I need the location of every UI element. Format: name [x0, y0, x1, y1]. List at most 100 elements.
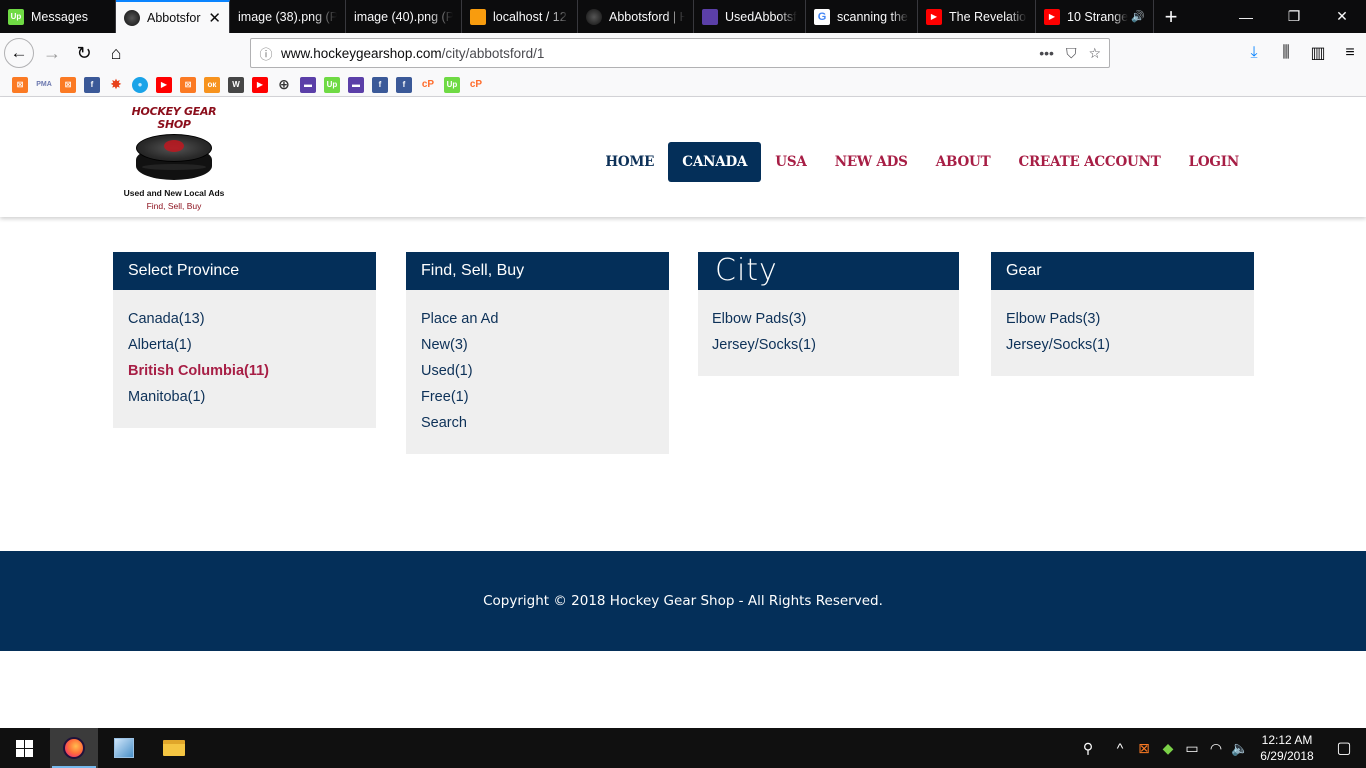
tab-6[interactable]: UsedAbbotsfo — [694, 0, 806, 33]
page-actions-icon[interactable]: ••• — [1039, 45, 1054, 62]
youtube-icon: ▶ — [1044, 8, 1060, 25]
tab-7[interactable]: Gscanning the p — [806, 0, 918, 33]
close-window-button[interactable]: ✕ — [1318, 0, 1366, 33]
tab-title: localhost / 12 — [493, 9, 567, 24]
link-canada-13[interactable]: Canada(13) — [128, 310, 361, 336]
link-search[interactable]: Search — [421, 414, 654, 440]
taskbar-file-explorer[interactable] — [150, 728, 198, 768]
nav-canada[interactable]: CANADA — [668, 142, 762, 182]
site-logo[interactable]: HOCKEY GEAR SHOP Used and New Local Ads … — [118, 105, 230, 211]
start-button[interactable] — [0, 728, 48, 768]
new-tab-button[interactable]: + — [1154, 0, 1188, 33]
url-bar[interactable]: ⓘ www.hockeygearshop.com/city/abbotsford… — [250, 38, 1110, 68]
xampp-tray-icon[interactable]: ⊠ — [1132, 740, 1156, 757]
bookmark-star-icon[interactable]: ☆ — [1088, 45, 1101, 62]
cpanel-icon[interactable]: cP — [420, 77, 436, 93]
taskbar-firefox[interactable] — [50, 728, 98, 768]
volume-icon[interactable]: 🔈 — [1228, 740, 1252, 757]
panel-city: City Elbow Pads(3) Jersey/Socks(1) — [698, 252, 959, 376]
phpmyadmin-icon — [470, 8, 486, 25]
link-jersey-socks-1[interactable]: Jersey/Socks(1) — [1006, 336, 1239, 362]
youtube-icon[interactable]: ▶ — [252, 76, 268, 93]
link-used-1[interactable]: Used(1) — [421, 362, 654, 388]
link-alberta-1[interactable]: Alberta(1) — [128, 336, 361, 362]
forward-button[interactable]: → — [36, 37, 68, 69]
category-panels: Select Province Canada(13) Alberta(1) Briti… — [113, 252, 1254, 482]
nav-about[interactable]: ABOUT — [922, 142, 1005, 182]
copyright-text: Copyright © 2018 Hockey Gear Shop - All … — [483, 593, 883, 609]
link-new-3[interactable]: New(3) — [421, 336, 654, 362]
sidebar-icon[interactable]: ▥ — [1302, 43, 1334, 63]
tab-5[interactable]: Abbotsford | H — [578, 0, 694, 33]
link-elbow-pads-3[interactable]: Elbow Pads(3) — [712, 310, 944, 336]
menu-icon[interactable]: ≡ — [1334, 44, 1366, 62]
green-tray-icon[interactable]: ◆ — [1156, 740, 1180, 757]
upwork-icon[interactable]: Up — [324, 76, 340, 93]
burst-icon[interactable]: ✸ — [108, 76, 124, 93]
action-center-icon[interactable]: ▢ — [1322, 738, 1366, 758]
odnoklassniki-icon[interactable]: ок — [204, 76, 220, 93]
facebook-icon[interactable]: f — [84, 76, 100, 93]
tab-title: Messages — [31, 9, 88, 24]
taskbar-app-cube[interactable] — [100, 728, 148, 768]
download-icon[interactable]: ⤓ — [1238, 44, 1270, 62]
chat-icon[interactable]: ▬ — [348, 76, 364, 93]
google-icon: G — [814, 8, 830, 25]
speaker-icon[interactable]: 🔊 — [1131, 10, 1145, 23]
tab-4[interactable]: localhost / 12 — [462, 0, 578, 33]
site-header: HOCKEY GEAR SHOP Used and New Local Ads … — [0, 97, 1366, 217]
upwork-icon: Up — [8, 8, 24, 25]
tab-8[interactable]: ▶ The Revelatio — [918, 0, 1036, 33]
link-elbow-pads-3[interactable]: Elbow Pads(3) — [1006, 310, 1239, 336]
tab-title: 10 Strange — [1067, 9, 1129, 24]
youtube-icon[interactable]: ▶ — [156, 76, 172, 93]
link-british-columbia-11[interactable]: British Columbia(11) — [128, 362, 361, 388]
tab-2[interactable]: image (38).png (P — [230, 0, 346, 33]
url-path: /city/abbotsford/1 — [441, 45, 545, 61]
minimize-button[interactable]: — — [1222, 0, 1270, 33]
close-tab-icon[interactable]: ✕ — [208, 9, 221, 27]
facebook-icon[interactable]: f — [396, 76, 412, 93]
tab-3[interactable]: image (40).png (P — [346, 0, 462, 33]
nav-usa[interactable]: USA — [761, 142, 820, 182]
site-info-icon[interactable]: ⓘ — [251, 44, 281, 63]
globe-blue-icon[interactable]: ● — [132, 76, 148, 93]
tab-1[interactable]: Abbotsfor ✕ — [116, 0, 230, 33]
xampp-icon[interactable]: ⊠ — [12, 76, 28, 93]
nav-login[interactable]: LOGIN — [1175, 142, 1253, 182]
pocket-icon[interactable]: ⛉ — [1066, 45, 1077, 62]
back-button[interactable]: ← — [4, 38, 34, 68]
tab-9[interactable]: ▶ 10 Strange 🔊 — [1036, 0, 1154, 33]
restore-button[interactable]: ❐ — [1270, 0, 1318, 33]
chat-icon[interactable]: ▬ — [300, 76, 316, 93]
panel-title: Find, Sell, Buy — [406, 252, 669, 290]
panel-select-province: Select Province Canada(13) Alberta(1) Briti… — [113, 252, 376, 428]
nav-home[interactable]: HOME — [591, 142, 668, 182]
facebook-icon[interactable]: f — [372, 76, 388, 93]
link-place-an-ad[interactable]: Place an Ad — [421, 310, 654, 336]
globe-icon[interactable]: ⊕ — [276, 76, 292, 93]
link-jersey-socks-1[interactable]: Jersey/Socks(1) — [712, 336, 944, 362]
folder-icon — [163, 740, 185, 756]
upwork-icon[interactable]: Up — [444, 76, 460, 93]
clock[interactable]: 12:12 AM 6/29/2018 — [1252, 732, 1322, 764]
battery-icon[interactable]: ▭ — [1180, 740, 1204, 757]
wordpress-icon[interactable]: W — [228, 76, 244, 93]
home-button[interactable]: ⌂ — [100, 37, 132, 69]
cpanel-icon[interactable]: cP — [468, 77, 484, 93]
tab-0[interactable]: Up Messages — [0, 0, 116, 33]
tab-strip: Up Messages Abbotsfor ✕ image (38).png (P ima… — [0, 0, 1366, 33]
people-icon[interactable]: ⚲ — [1076, 740, 1100, 757]
url-text[interactable]: www.hockeygearshop.com/city/abbotsford/1 — [281, 46, 1039, 61]
phpmyadmin-icon[interactable]: PMA — [36, 77, 52, 93]
library-icon[interactable]: ⫼ — [1270, 44, 1302, 62]
xampp-icon[interactable]: ⊠ — [180, 76, 196, 93]
reload-button[interactable]: ↻ — [68, 37, 100, 69]
link-free-1[interactable]: Free(1) — [421, 388, 654, 414]
xampp-icon[interactable]: ⊠ — [60, 76, 76, 93]
wifi-icon[interactable]: ◠ — [1204, 740, 1228, 757]
nav-create-account[interactable]: CREATE ACCOUNT — [1004, 142, 1174, 182]
show-hidden-icons-chevron-icon[interactable]: ^ — [1108, 740, 1132, 756]
link-manitoba-1[interactable]: Manitoba(1) — [128, 388, 361, 414]
nav-new-ads[interactable]: NEW ADS — [821, 142, 922, 182]
